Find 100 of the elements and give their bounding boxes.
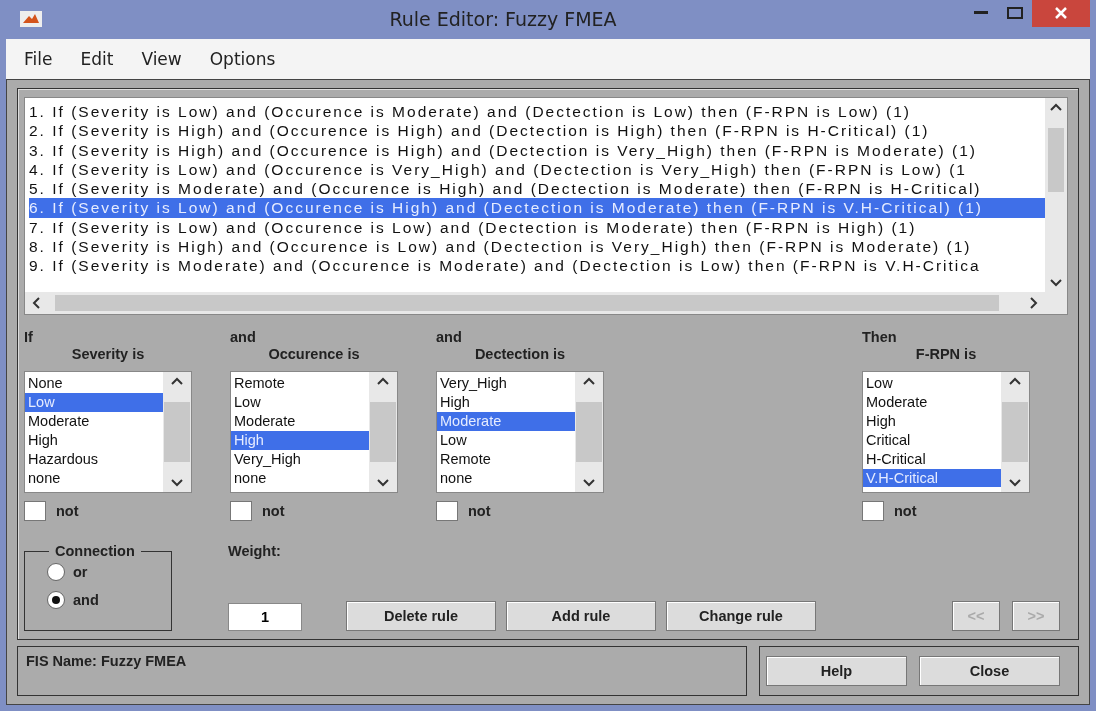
term-item[interactable]: High: [231, 430, 369, 450]
vertical-scrollbar[interactable]: [163, 372, 191, 492]
close-button[interactable]: [1032, 0, 1090, 28]
term-item[interactable]: Hazardous: [25, 449, 163, 469]
app-logo-icon: [20, 11, 42, 28]
menu-item[interactable]: Edit: [68, 48, 126, 69]
term-item[interactable]: Moderate: [25, 411, 163, 431]
term-item[interactable]: Moderate: [863, 392, 1001, 412]
rule-button[interactable]: Delete rule: [346, 601, 496, 631]
variable-label: F-RPN is: [915, 346, 977, 362]
weight-label: Weight:: [228, 543, 282, 559]
term-item[interactable]: none: [231, 468, 369, 488]
vertical-scrollbar[interactable]: [575, 372, 603, 492]
term-item[interactable]: Very_High: [437, 374, 575, 393]
scroll-up-icon[interactable]: [582, 376, 596, 386]
not-checkbox[interactable]: [862, 501, 884, 521]
scroll-thumb[interactable]: [576, 402, 602, 462]
rule-button[interactable]: Add rule: [506, 601, 656, 631]
scroll-down-icon[interactable]: [1049, 278, 1063, 288]
weight-field[interactable]: 1: [228, 603, 302, 631]
scroll-thumb[interactable]: [1002, 402, 1028, 462]
radio-label: and: [73, 592, 99, 608]
term-listbox[interactable]: None Low Moderate High Hazardous none: [24, 371, 192, 493]
footer-button[interactable]: Close: [919, 656, 1060, 686]
term-item[interactable]: Low: [25, 392, 163, 412]
not-checkbox[interactable]: [436, 501, 458, 521]
rule-item[interactable]: 1. If (Severity is Low) and (Occurence is Moderate) and (Dectection is Low) then (F-RPN is Low) (1): [29, 102, 1045, 122]
variable-label: Severity is: [71, 346, 145, 362]
vertical-scrollbar[interactable]: [369, 372, 397, 492]
term-listbox[interactable]: Low Moderate High Critical H-Critical V.H-Critical: [862, 371, 1030, 493]
radio-label: or: [73, 564, 88, 580]
maximize-icon[interactable]: [1007, 7, 1023, 20]
scroll-up-icon[interactable]: [1008, 376, 1022, 386]
term-item[interactable]: None: [25, 374, 163, 393]
scroll-up-icon[interactable]: [170, 376, 184, 386]
term-item[interactable]: Low: [437, 430, 575, 450]
scroll-down-icon[interactable]: [376, 478, 390, 488]
rule-item[interactable]: 2. If (Severity is High) and (Occurence is High) and (Dectection is High) then (F-RPN is H-Critical) (1): [29, 121, 1045, 141]
scroll-up-icon[interactable]: [376, 376, 390, 386]
vertical-scrollbar[interactable]: [1045, 98, 1067, 292]
scroll-thumb[interactable]: [55, 295, 999, 311]
not-label: not: [262, 503, 285, 519]
rule-button[interactable]: Change rule: [666, 601, 816, 631]
group-title: Connection: [54, 543, 136, 559]
rule-item[interactable]: 9. If (Severity is Moderate) and (Occurence is Moderate) and (Dectection is Low) then (F-RPN is V.H-Critica: [29, 256, 1045, 276]
term-item[interactable]: Low: [863, 374, 1001, 393]
not-label: not: [894, 503, 917, 519]
rule-item[interactable]: 5. If (Severity is Moderate) and (Occurence is High) and (Dectection is Moderate) then (F-RPN is H-Critical): [29, 179, 1045, 199]
term-item[interactable]: High: [25, 430, 163, 450]
variable-label: Dectection is: [474, 346, 566, 362]
term-item[interactable]: Remote: [231, 374, 369, 393]
scroll-down-icon[interactable]: [582, 478, 596, 488]
menu-item[interactable]: File: [12, 48, 65, 69]
menu-item[interactable]: View: [129, 48, 194, 69]
radio-button[interactable]: [47, 563, 65, 581]
term-item[interactable]: Critical: [863, 430, 1001, 450]
term-item[interactable]: none: [25, 468, 163, 488]
close-icon[interactable]: [1055, 7, 1067, 20]
term-item[interactable]: none: [437, 468, 575, 488]
window-title: Rule Editor: Fuzzy FMEA: [388, 8, 618, 31]
scroll-left-icon[interactable]: [31, 296, 41, 310]
menu-item[interactable]: Options: [197, 48, 288, 69]
rule-item[interactable]: 8. If (Severity is High) and (Occurence is Low) and (Dectection is Very_High) then (F-RPN is Moderate) (1): [29, 237, 1045, 257]
term-item[interactable]: Moderate: [231, 411, 369, 431]
term-item[interactable]: Remote: [437, 449, 575, 469]
scroll-thumb[interactable]: [370, 402, 396, 462]
minimize-icon[interactable]: [974, 11, 988, 16]
scroll-down-icon[interactable]: [1008, 478, 1022, 488]
term-item[interactable]: Moderate: [437, 411, 575, 431]
term-item[interactable]: High: [437, 392, 575, 412]
term-item[interactable]: H-Critical: [863, 449, 1001, 469]
term-item[interactable]: High: [863, 411, 1001, 431]
not-checkbox[interactable]: [24, 501, 46, 521]
footer-button[interactable]: Help: [766, 656, 907, 686]
vertical-scrollbar[interactable]: [1001, 372, 1029, 492]
rule-item[interactable]: 3. If (Severity is High) and (Occurence is High) and (Dectection is Very_High) then (F-RPN is Moderate) (1): [29, 140, 1045, 160]
term-item[interactable]: Very_High: [231, 449, 369, 469]
not-label: not: [468, 503, 491, 519]
status-text: FIS Name: Fuzzy FMEA: [17, 646, 747, 696]
term-item[interactable]: V.H-Critical: [863, 468, 1001, 488]
scroll-up-icon[interactable]: [1049, 102, 1063, 112]
prefix-label: If: [24, 329, 33, 345]
scroll-down-icon[interactable]: [170, 478, 184, 488]
rule-item[interactable]: 6. If (Severity is Low) and (Occurence is High) and (Dectection is Moderate) then (F-RPN is V.H-Critical) (1): [29, 198, 1045, 218]
rule-item[interactable]: 7. If (Severity is Low) and (Occurence is Low) and (Dectection is Moderate) then (F-RPN is High) (1): [29, 217, 1045, 238]
prefix-label: Then: [862, 329, 897, 345]
not-checkbox[interactable]: [230, 501, 252, 521]
rule-item[interactable]: 4. If (Severity is Low) and (Occurence is Very_High) and (Dectection is Very_High) then (F-RPN is Low) (1: [29, 159, 1045, 180]
variable-label: Occurence is: [268, 346, 360, 362]
term-listbox[interactable]: Remote Low Moderate High Very_High none: [230, 371, 398, 493]
term-item[interactable]: Low: [231, 392, 369, 412]
scroll-thumb[interactable]: [164, 402, 190, 462]
scroll-right-icon[interactable]: [1029, 296, 1039, 310]
radio-button[interactable]: [47, 591, 65, 609]
horizontal-scrollbar[interactable]: [25, 292, 1045, 314]
prefix-label: and: [436, 329, 462, 345]
term-listbox[interactable]: Very_High High Moderate Low Remote none: [436, 371, 604, 493]
prefix-label: and: [230, 329, 256, 345]
rule-list[interactable]: [24, 97, 1068, 315]
scroll-thumb[interactable]: [1048, 128, 1064, 192]
